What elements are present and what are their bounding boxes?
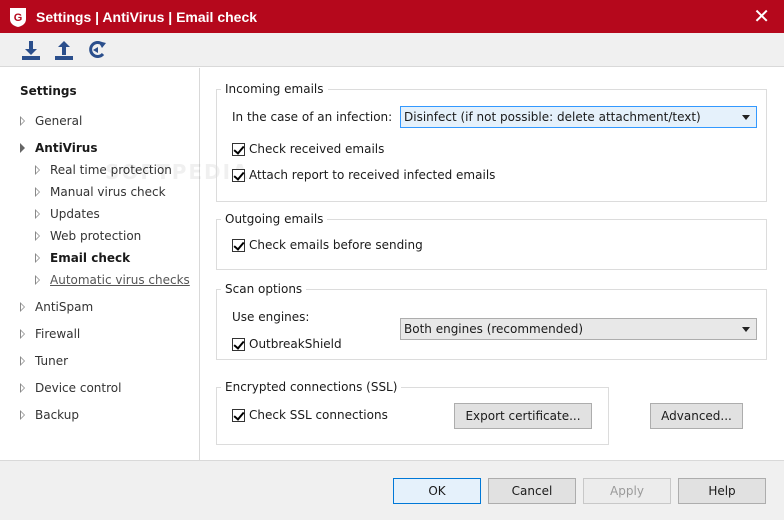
svg-text:G: G [14, 12, 23, 24]
chevron-right-icon [20, 410, 25, 420]
chevron-right-icon [35, 253, 40, 263]
gdata-logo-icon: G [10, 7, 26, 27]
sidebar-item-label: Manual virus check [50, 185, 166, 199]
sidebar-item-label: Backup [35, 408, 79, 422]
group-legend: Encrypted connections (SSL) [225, 380, 398, 394]
check-ssl-checkbox[interactable]: Check SSL connections [232, 408, 388, 422]
chevron-right-icon [20, 116, 25, 126]
chevron-right-icon [35, 187, 40, 197]
close-icon[interactable]: ✕ [753, 4, 770, 28]
apply-button[interactable]: Apply [583, 478, 671, 504]
advanced-button[interactable]: Advanced... [650, 403, 743, 429]
sidebar-item-label: Automatic virus checks [50, 273, 190, 287]
dialog-button-bar: OK Cancel Apply Help [0, 460, 784, 520]
sidebar-item-label: Web protection [50, 229, 142, 243]
attach-report-checkbox[interactable]: Attach report to received infected email… [232, 168, 495, 182]
group-legend: Incoming emails [225, 82, 324, 96]
outbreakshield-checkbox[interactable]: OutbreakShield [232, 337, 342, 351]
import-icon[interactable] [20, 39, 42, 61]
settings-sidebar: Settings General AntiVirus Real time pro… [0, 68, 200, 460]
engines-select[interactable]: Both engines (recommended) [400, 318, 757, 340]
infection-label: In the case of an infection: [232, 110, 393, 124]
select-value: Disinfect (if not possible: delete attac… [404, 110, 701, 124]
chevron-right-icon [35, 165, 40, 175]
chevron-right-icon [35, 209, 40, 219]
sidebar-item-antivirus[interactable]: AntiVirus [20, 141, 97, 155]
sidebar-item-antispam[interactable]: AntiSpam [20, 300, 93, 314]
export-certificate-button[interactable]: Export certificate... [454, 403, 592, 429]
chevron-expanded-icon [20, 143, 25, 153]
sidebar-item-web-protection[interactable]: Web protection [35, 229, 141, 243]
sidebar-heading: Settings [20, 84, 77, 98]
check-before-sending-checkbox[interactable]: Check emails before sending [232, 238, 423, 252]
group-legend: Outgoing emails [225, 212, 324, 226]
checkbox-checked-icon [232, 337, 245, 351]
title-bar: G Settings | AntiVirus | Email check ✕ [0, 0, 784, 33]
chevron-right-icon [20, 302, 25, 312]
sidebar-item-label: Updates [50, 207, 100, 221]
sidebar-item-label: General [35, 114, 83, 128]
select-value: Both engines (recommended) [404, 322, 584, 336]
export-icon[interactable] [53, 39, 75, 61]
sidebar-item-general[interactable]: General [20, 114, 82, 128]
settings-panel: Incoming emails In the case of an infect… [201, 68, 784, 460]
sidebar-item-label: Device control [35, 381, 122, 395]
checkbox-label: OutbreakShield [249, 337, 342, 351]
reset-icon[interactable] [86, 39, 108, 61]
chevron-down-icon [742, 115, 750, 120]
help-button[interactable]: Help [678, 478, 766, 504]
ok-button[interactable]: OK [393, 478, 481, 504]
checkbox-checked-icon [232, 168, 245, 182]
infection-action-select[interactable]: Disinfect (if not possible: delete attac… [400, 106, 757, 128]
group-legend: Scan options [225, 282, 303, 296]
sidebar-item-label: Tuner [35, 354, 69, 368]
checkbox-label: Attach report to received infected email… [249, 168, 496, 182]
sidebar-item-backup[interactable]: Backup [20, 408, 79, 422]
cancel-button[interactable]: Cancel [488, 478, 576, 504]
checkbox-label: Check SSL connections [249, 408, 388, 422]
sidebar-item-device-control[interactable]: Device control [20, 381, 121, 395]
sidebar-item-label: AntiVirus [35, 141, 98, 155]
toolbar [0, 33, 784, 67]
sidebar-item-label: Firewall [35, 327, 81, 341]
chevron-right-icon [35, 275, 40, 285]
sidebar-item-automatic-virus-checks[interactable]: Automatic virus checks [35, 273, 190, 287]
chevron-right-icon [20, 329, 25, 339]
sidebar-item-firewall[interactable]: Firewall [20, 327, 80, 341]
sidebar-item-email-check[interactable]: Email check [35, 251, 130, 265]
chevron-down-icon [742, 327, 750, 332]
checkbox-label: Check received emails [249, 142, 385, 156]
sidebar-item-label: Email check [50, 251, 131, 265]
check-received-emails-checkbox[interactable]: Check received emails [232, 142, 384, 156]
chevron-right-icon [20, 383, 25, 393]
checkbox-label: Check emails before sending [249, 238, 423, 252]
chevron-right-icon [35, 231, 40, 241]
sidebar-item-manual-virus-check[interactable]: Manual virus check [35, 185, 166, 199]
checkbox-checked-icon [232, 238, 245, 252]
checkbox-checked-icon [232, 408, 245, 422]
window-title: Settings | AntiVirus | Email check [36, 8, 258, 25]
use-engines-label: Use engines: [232, 310, 310, 324]
sidebar-item-tuner[interactable]: Tuner [20, 354, 68, 368]
sidebar-item-updates[interactable]: Updates [35, 207, 100, 221]
sidebar-item-label: AntiSpam [35, 300, 94, 314]
chevron-right-icon [20, 356, 25, 366]
checkbox-checked-icon [232, 142, 245, 156]
